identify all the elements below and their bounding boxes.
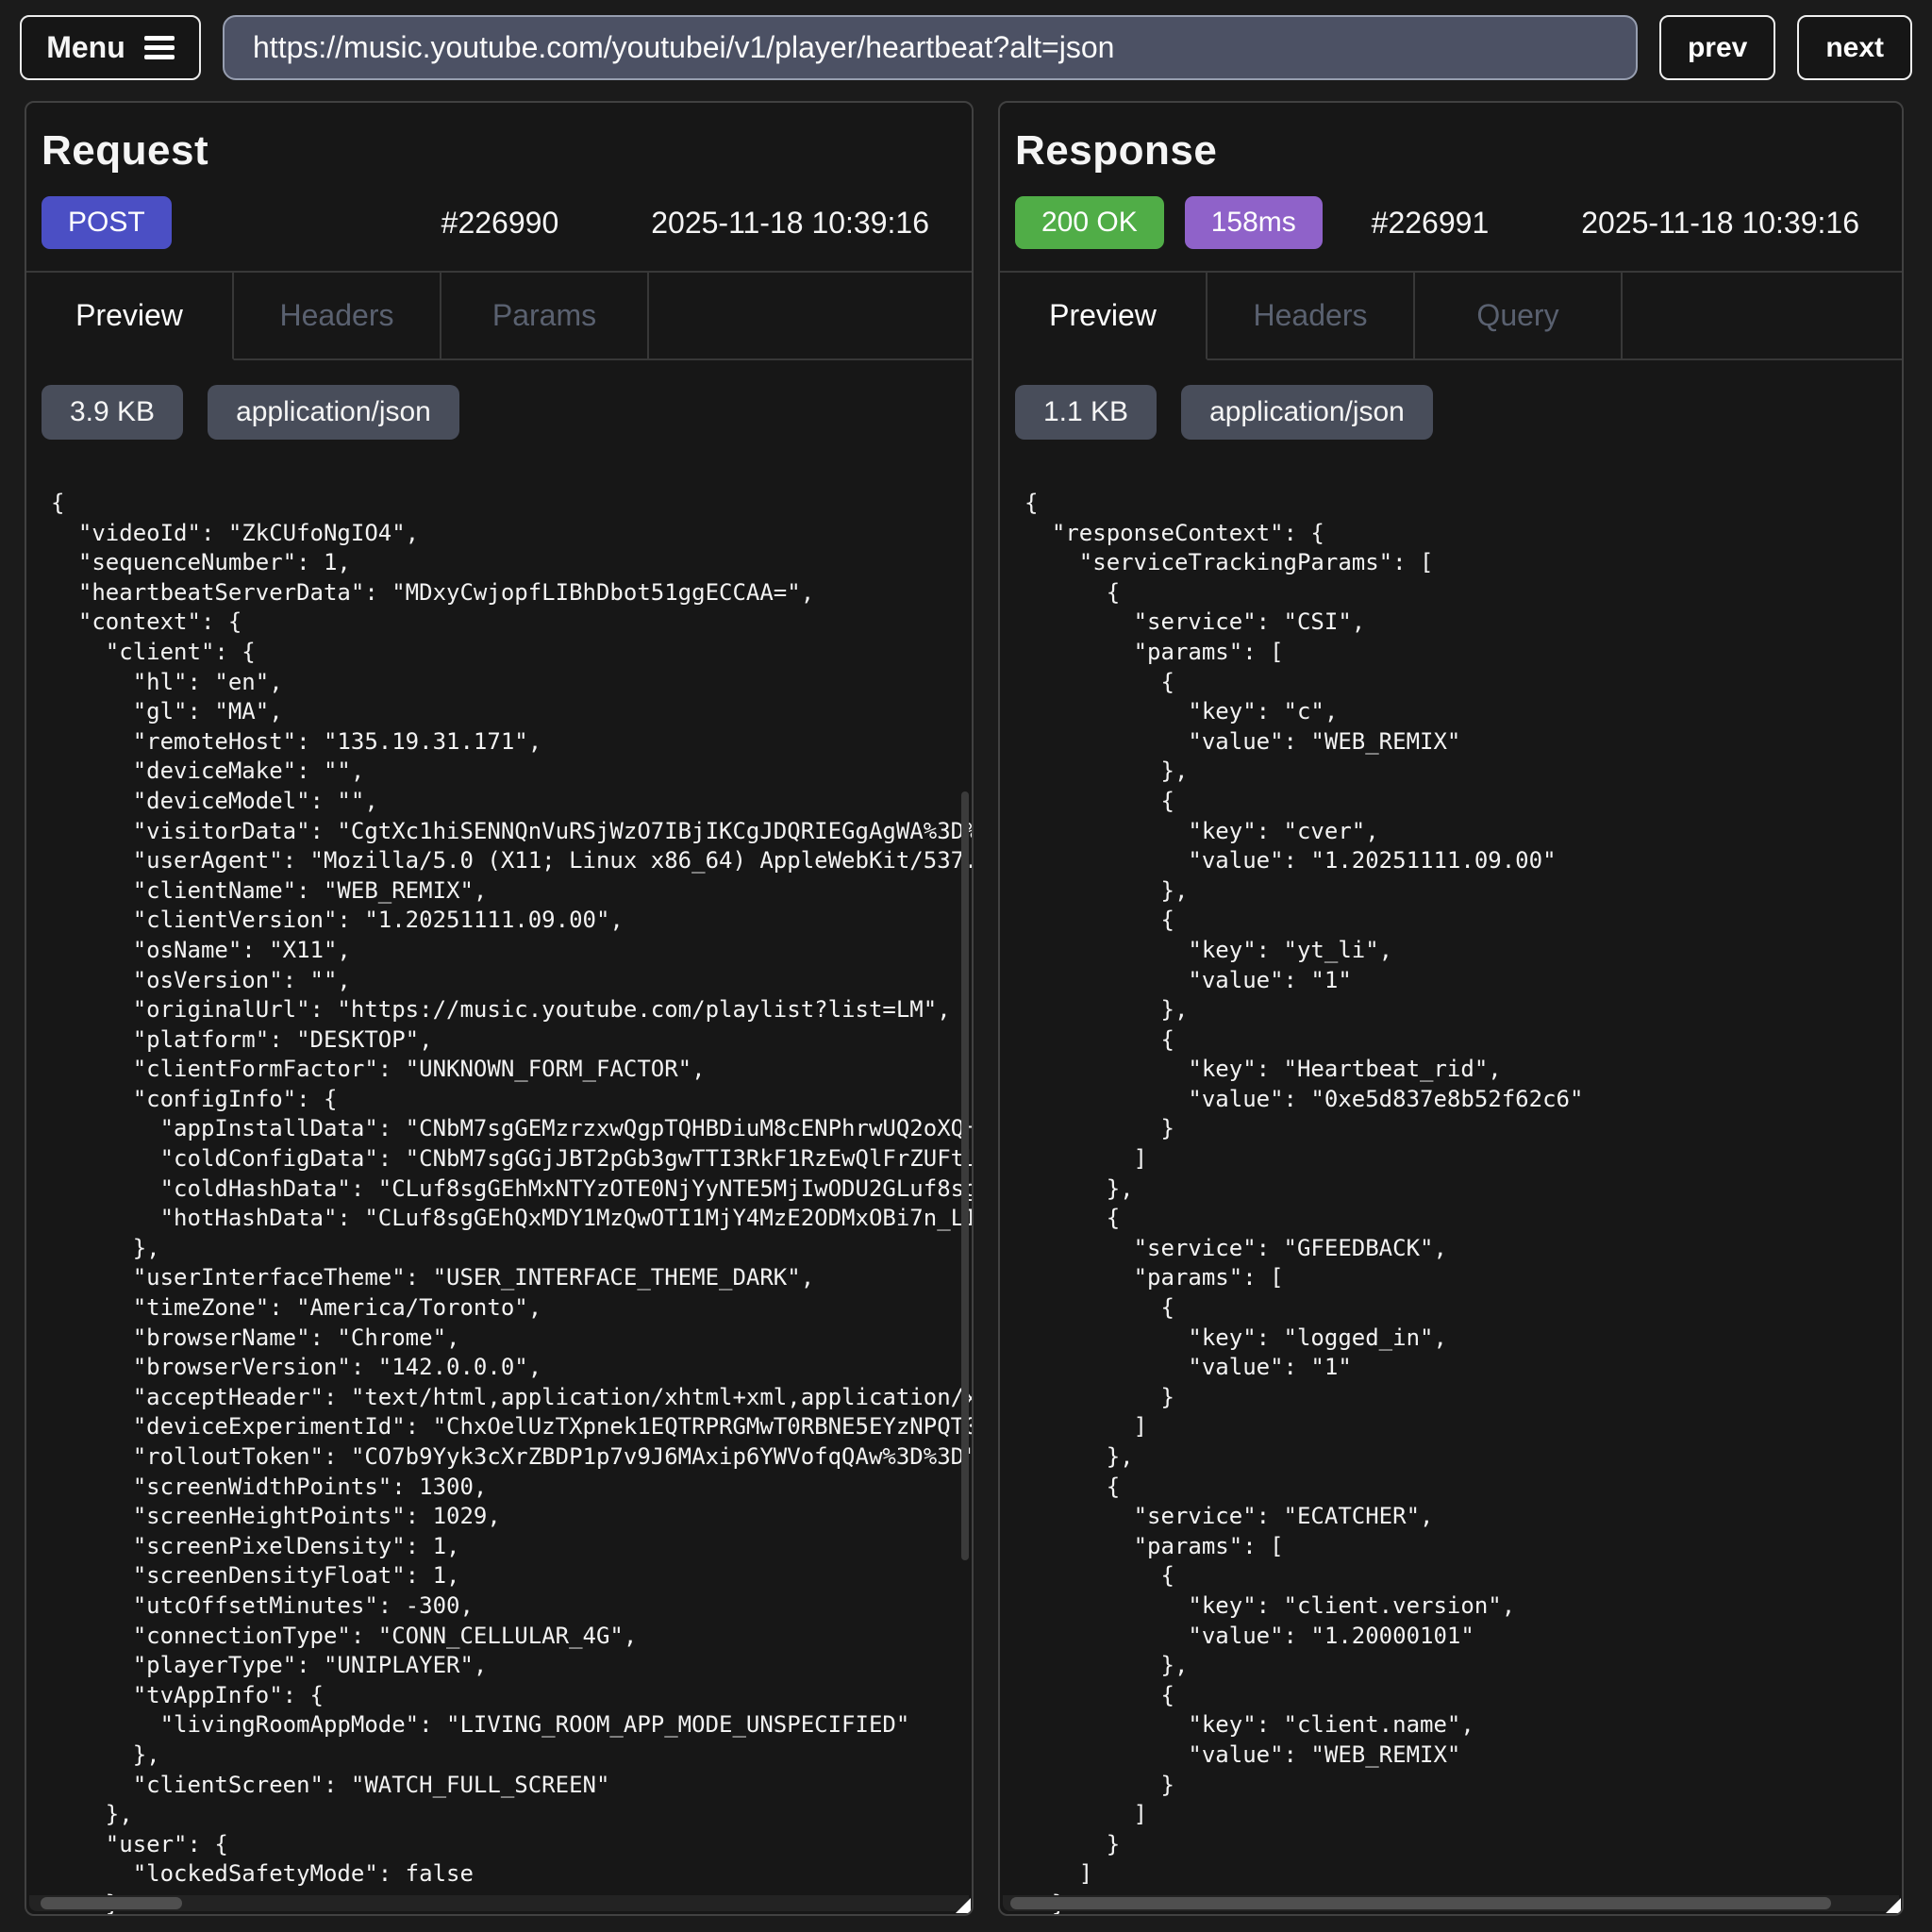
url-input[interactable] [223,15,1638,80]
response-tab-headers[interactable]: Headers [1208,273,1415,360]
request-method-badge: POST [42,196,172,249]
request-tab-params[interactable]: Params [441,273,649,360]
request-tab-headers[interactable]: Headers [234,273,441,360]
request-timestamp: 2025-11-18 10:39:16 [651,206,929,241]
menu-button[interactable]: Menu [20,15,201,80]
response-size-badge: 1.1 KB [1015,385,1157,440]
response-id: #226991 [1372,206,1490,241]
request-content: 3.9 KB application/json { "videoId": "Zk… [26,360,972,1914]
prev-button[interactable]: prev [1659,15,1775,80]
menu-button-label: Menu [46,30,125,65]
response-status-badge: 200 OK [1015,196,1164,249]
request-tabs-filler [649,273,972,360]
response-timestamp: 2025-11-18 10:39:16 [1581,206,1859,241]
response-content: 1.1 KB application/json { "responseConte… [1000,360,1902,1914]
request-panel-title: Request [42,127,972,175]
response-json-body: { "responseContext": { "serviceTrackingP… [1024,489,1902,1914]
request-tabs: Preview Headers Params [26,271,972,360]
response-resize-grip[interactable] [1886,1898,1901,1913]
toolbar: Menu prev next [20,15,1912,80]
response-tabs: Preview Headers Query [1000,271,1902,360]
response-meta-row: 200 OK 158ms #226991 2025-11-18 10:39:16 [1015,195,1859,250]
response-panel-title: Response [1015,127,1902,175]
panels-container: Request POST #226990 2025-11-18 10:39:16… [25,101,1904,1916]
request-horizontal-scrollbar-track[interactable] [29,1895,969,1911]
response-horizontal-scrollbar-track[interactable] [1003,1895,1899,1911]
request-panel: Request POST #226990 2025-11-18 10:39:16… [25,101,974,1916]
hamburger-icon [144,36,175,59]
next-button[interactable]: next [1797,15,1912,80]
response-tab-preview[interactable]: Preview [1000,273,1208,360]
response-panel: Response 200 OK 158ms #226991 2025-11-18… [998,101,1904,1916]
request-id: #226990 [441,206,559,241]
request-horizontal-scrollbar-thumb[interactable] [41,1897,182,1909]
request-body-info: 3.9 KB application/json [42,385,972,440]
response-tab-query[interactable]: Query [1415,273,1623,360]
request-json-body: { "videoId": "ZkCUfoNgIO4", "sequenceNum… [51,489,972,1914]
response-body-info: 1.1 KB application/json [1015,385,1902,440]
response-duration-badge: 158ms [1185,196,1323,249]
request-meta-row: POST #226990 2025-11-18 10:39:16 [42,195,929,250]
request-size-badge: 3.9 KB [42,385,183,440]
response-horizontal-scrollbar-thumb[interactable] [1010,1897,1831,1909]
request-resize-grip[interactable] [956,1898,971,1913]
response-content-type-badge: application/json [1181,385,1433,440]
response-tabs-filler [1623,273,1902,360]
request-content-type-badge: application/json [208,385,459,440]
request-vertical-scrollbar[interactable] [961,791,969,1560]
request-tab-preview[interactable]: Preview [26,273,234,360]
